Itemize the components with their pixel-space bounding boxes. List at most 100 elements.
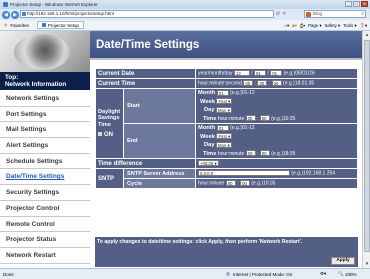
- sidebar-item-alert-settings[interactable]: Alert Settings: [0, 138, 90, 154]
- time-difference-label: Time difference: [95, 158, 196, 169]
- sntp-cycle-hour-input[interactable]: 00: [225, 180, 236, 187]
- sidebar-item-security-settings[interactable]: Security Settings: [0, 185, 90, 201]
- current-time-second-input[interactable]: 00: [271, 80, 282, 87]
- time-difference-select[interactable]: +00:00 ▾: [198, 160, 219, 167]
- window-controls: _ □ ✕: [345, 1, 368, 7]
- window-title-bar: Projector Setup - Windows Internet Explo…: [0, 0, 370, 9]
- sidebar-item-datetime-settings[interactable]: Date/Time Settings: [0, 169, 90, 186]
- stop-icon[interactable]: ✕: [282, 11, 286, 17]
- dst-end-minute-input[interactable]: 00: [259, 150, 270, 157]
- sntp-cycle-minute-input[interactable]: 00: [239, 180, 250, 187]
- current-date-format: year/month/day: [198, 70, 233, 77]
- dst-label: Daylight Savings Time: [98, 108, 121, 128]
- dst-end-fields: Month 01 (e.g.)01-12 Week First ▾ Day Mo…: [195, 123, 358, 159]
- current-time-minute-input[interactable]: 00: [257, 80, 268, 87]
- feeds-icon[interactable]: ◙▾: [292, 23, 297, 29]
- sidebar-item-projector-status[interactable]: Projector Status: [0, 232, 90, 248]
- sidebar-item-network-settings[interactable]: Network Settings: [0, 91, 90, 107]
- sidebar-item-mail-settings[interactable]: Mail Settings: [0, 122, 90, 139]
- current-date-month-input[interactable]: 01: [254, 70, 267, 77]
- dst-start-month-example: (e.g.)01-12: [230, 90, 255, 96]
- dst-start-week-select[interactable]: First ▾: [216, 98, 233, 105]
- apply-section: To apply changes to date/time settings: …: [95, 237, 358, 267]
- nav-header-top-network-info[interactable]: Top: Network Information: [0, 72, 90, 90]
- security-zone: Internet | Protected Mode: On: [233, 271, 293, 277]
- dst-end-week-select[interactable]: First ▾: [216, 133, 233, 140]
- help-menu[interactable]: ❓▾: [359, 23, 367, 29]
- sntp-server-label: SNTP Server Address: [123, 168, 196, 179]
- status-text: Done: [3, 271, 14, 277]
- dst-start-time-format: hour:minute: [217, 115, 245, 122]
- scroll-up-icon[interactable]: ▲: [363, 31, 370, 39]
- minimize-icon[interactable]: _: [345, 1, 352, 7]
- dst-section: Daylight Savings Time ON: [95, 88, 124, 159]
- maximize-icon[interactable]: □: [353, 1, 360, 7]
- zone-settings-icon[interactable]: ⚙▾: [320, 271, 326, 277]
- back-button[interactable]: ◀: [2, 10, 10, 19]
- print-icon[interactable]: ⎙▾: [300, 23, 305, 28]
- dst-status: ON: [104, 132, 113, 138]
- sidebar-item-projector-control[interactable]: Projector Control: [0, 201, 90, 217]
- page-icon: [22, 12, 26, 16]
- time-difference-value: +00:00: [200, 161, 214, 167]
- page-menu[interactable]: Page ▾: [308, 23, 321, 29]
- browser-tab[interactable]: Projector Setup: [36, 21, 84, 29]
- dst-start-hour-input[interactable]: 00: [245, 115, 256, 122]
- current-date-row: year/month/day 13 / 01 / 01 (e.g.)08/01/…: [195, 68, 358, 79]
- refresh-icon[interactable]: ⟳: [276, 11, 280, 17]
- sidebar-item-network-restart[interactable]: Network Restart: [0, 248, 90, 264]
- dst-start-day-label: Day: [204, 107, 215, 113]
- favorites-star-icon[interactable]: ★: [3, 22, 8, 29]
- time-difference-row: +00:00 ▾: [195, 158, 358, 169]
- page-title: Date/Time Settings: [90, 31, 362, 60]
- sntp-server-input[interactable]: 0.0.0.0: [198, 170, 290, 177]
- safety-menu[interactable]: Safety ▾: [325, 23, 341, 29]
- dst-start-label: Start: [123, 88, 196, 124]
- apply-instructions: To apply changes to date/time settings: …: [97, 239, 303, 245]
- tools-menu[interactable]: Tools ▾: [343, 23, 356, 29]
- home-icon[interactable]: ⌂▾: [284, 23, 289, 29]
- dst-start-minute-input[interactable]: 00: [259, 115, 270, 122]
- current-date-day-input[interactable]: 01: [270, 70, 283, 77]
- current-date-year-input[interactable]: 13: [233, 70, 250, 77]
- favorites-bar: ★ Favorites Projector Setup ⌂▾ ◙▾ ⎙▾ Pag…: [0, 20, 370, 31]
- vertical-scrollbar[interactable]: ▲ ▼: [362, 31, 370, 268]
- dst-end-month-label: Month: [198, 125, 216, 131]
- url-field[interactable]: http://192.168.1.10/html/projectorsetup.…: [20, 10, 274, 18]
- current-time-hour-input[interactable]: 00: [243, 80, 254, 87]
- scroll-down-icon[interactable]: ▼: [363, 260, 370, 268]
- current-date-example: (e.g.)08/01/26: [283, 70, 315, 77]
- dst-on-radio[interactable]: [98, 132, 102, 137]
- dst-end-time-format: hour:minute: [217, 150, 245, 157]
- dst-start-month-input[interactable]: 01: [216, 89, 229, 96]
- sntp-cycle-example: (e.g.)10:35: [251, 180, 276, 187]
- bing-icon: [306, 12, 311, 17]
- zoom-icon[interactable]: 🔍: [338, 271, 344, 277]
- search-icon[interactable]: ⌕: [361, 11, 364, 17]
- search-field[interactable]: Bing ⌕: [304, 10, 366, 18]
- sidebar-nav: Network Settings Port Settings Mail Sett…: [0, 91, 90, 279]
- dst-end-day-label: Day: [204, 142, 215, 148]
- close-icon[interactable]: ✕: [361, 1, 368, 7]
- scrollbar-thumb[interactable]: [364, 40, 370, 252]
- dst-end-hour-input[interactable]: 00: [245, 150, 256, 157]
- sidebar-item-port-settings[interactable]: Port Settings: [0, 107, 90, 123]
- zoom-level[interactable]: 100%: [345, 272, 357, 277]
- projector-lens-logo: [0, 31, 90, 72]
- dst-end-time-example: (e.g.)18:35: [271, 150, 296, 157]
- apply-button[interactable]: Apply: [331, 257, 355, 265]
- search-placeholder: Bing: [313, 11, 323, 16]
- sidebar-item-remote-control[interactable]: Remote Control: [0, 217, 90, 233]
- address-bar: ◀ ▶ http://192.168.1.10/html/projectorse…: [0, 9, 370, 20]
- ie-icon: [3, 2, 8, 7]
- sidebar-item-schedule-settings[interactable]: Schedule Settings: [0, 154, 90, 170]
- status-bar: Done ◍ Internet | Protected Mode: On ⚙▾ …: [0, 268, 370, 279]
- dst-end-month-input[interactable]: 01: [216, 124, 229, 131]
- forward-button[interactable]: ▶: [11, 10, 19, 19]
- favorites-button[interactable]: Favorites: [10, 23, 29, 28]
- dst-end-day-select[interactable]: Mon ▾: [216, 141, 232, 148]
- globe-icon: ◍: [226, 271, 230, 276]
- dst-start-day-select[interactable]: Mon ▾: [216, 106, 232, 113]
- datetime-settings-form: Current Date year/month/day 13 / 01 / 01…: [95, 68, 358, 189]
- dst-start-day-value: Mon: [218, 107, 227, 113]
